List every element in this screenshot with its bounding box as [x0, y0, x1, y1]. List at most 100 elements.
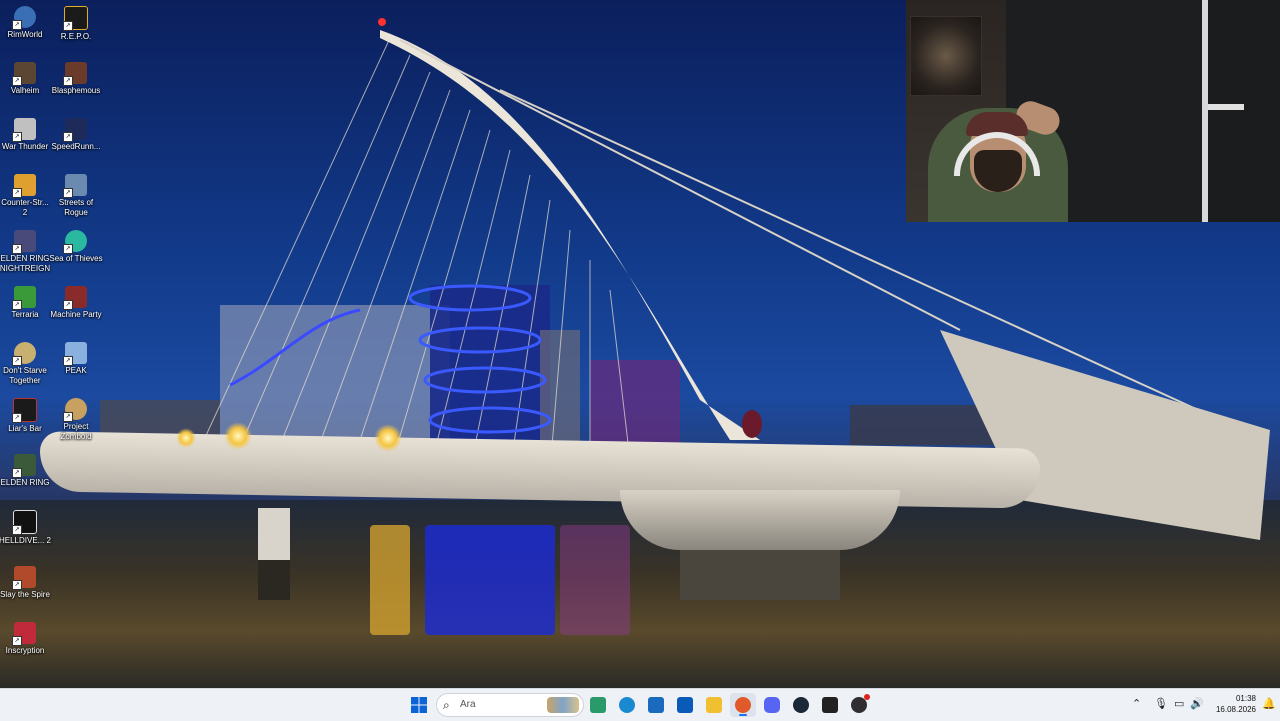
steam-icon: [793, 697, 809, 713]
desktop-icon-project-zomboid[interactable]: ↗ Project Zomboid: [49, 394, 103, 442]
taskbar-widgets-button[interactable]: [585, 693, 611, 717]
taskbar-steam-button[interactable]: [788, 693, 814, 717]
search-placeholder: Ara: [460, 699, 476, 710]
taskbar-obs-button[interactable]: [846, 693, 872, 717]
desktop-icon-label: Streets of Rogue: [58, 198, 94, 217]
desktop-icon-speedrunners[interactable]: ↗ SpeedRunn...: [49, 114, 103, 152]
speedrunners-icon: ↗: [63, 118, 87, 142]
taskbar-epic-games-button[interactable]: [817, 693, 843, 717]
wallpaper-light: [224, 422, 252, 450]
outlook-icon: [677, 697, 693, 713]
desktop-icon-label: Terraria: [11, 310, 39, 319]
epic-games-icon: [822, 697, 838, 713]
taskbar-search-box[interactable]: ⌕ Ara: [436, 693, 584, 717]
notification-icon[interactable]: 🔔: [1262, 697, 1276, 710]
webcam-window-handle: [1208, 104, 1244, 110]
desktop-icon-peak[interactable]: ↗ PEAK: [49, 338, 103, 376]
slay-the-spire-icon: ↗: [12, 566, 36, 590]
desktop-icon-elden-ring[interactable]: ↗ ELDEN RING: [0, 450, 52, 488]
taskbar-outlook-button[interactable]: [672, 693, 698, 717]
desktop-icon-valheim[interactable]: ↗ Valheim: [0, 58, 52, 96]
desktop-icon-label: R.E.P.O.: [60, 32, 92, 41]
desktop-icon-label: Blasphemous: [51, 86, 101, 95]
desktop-icon-label: ELDEN RING NIGHTREIGN: [0, 254, 51, 273]
desktop-icon-sea-of-thieves[interactable]: ↗ Sea of Thieves: [49, 226, 103, 264]
desktop-icon-machine-party[interactable]: ↗ Machine Party: [49, 282, 103, 320]
webcam-overlay: [906, 0, 1280, 222]
volume-icon[interactable]: 🔊: [1190, 697, 1204, 710]
desktop-icon-label: SpeedRunn...: [51, 142, 101, 151]
obs-icon: [851, 694, 870, 713]
elden-ring-nightreign-icon: ↗: [12, 230, 36, 254]
project-zomboid-icon: ↗: [63, 398, 87, 422]
blasphemous-icon: ↗: [63, 62, 87, 86]
webcam-poster: [910, 16, 982, 96]
desktop-icon-blasphemous[interactable]: ↗ Blasphemous: [49, 58, 103, 96]
war-thunder-icon: ↗: [12, 118, 36, 142]
active-window-indicator: [739, 714, 747, 716]
rimworld-icon: ↗: [12, 6, 36, 30]
taskbar-clock[interactable]: 01:38 16.08.2026: [1206, 693, 1256, 715]
sea-of-thieves-icon: ↗: [63, 230, 87, 254]
desktop-icon-liars-bar[interactable]: ↗ Liar's Bar: [0, 394, 52, 434]
desktop-icon-label: Valheim: [10, 86, 40, 95]
desktop-icon-label: HELLDIVE... 2: [0, 536, 52, 545]
microsoft-store-icon: [648, 697, 664, 713]
desktop-icon-dont-starve-together[interactable]: ↗ Don't Starve Together: [0, 338, 52, 386]
desktop-icon-war-thunder[interactable]: ↗ War Thunder: [0, 114, 52, 152]
counter-strike-icon: ↗: [12, 174, 36, 198]
start-button[interactable]: [406, 693, 432, 717]
network-icon[interactable]: ▭: [1174, 697, 1184, 710]
elden-ring-icon: ↗: [12, 454, 36, 478]
desktop-icon-label: Machine Party: [50, 310, 102, 319]
taskbar-edge-button[interactable]: [614, 693, 640, 717]
inscryption-icon: ↗: [12, 622, 36, 646]
desktop-icon-helldivers[interactable]: ↗ HELLDIVE... 2: [0, 506, 52, 546]
streets-of-rogue-icon: ↗: [63, 174, 87, 198]
wallpaper-light: [176, 428, 196, 448]
peak-icon: ↗: [63, 342, 87, 366]
desktop-icon-counter-strike[interactable]: ↗ Counter-Str... 2: [0, 170, 52, 218]
machine-party-icon: ↗: [63, 286, 87, 310]
taskbar-discord-button[interactable]: [759, 693, 785, 717]
wallpaper-bollard-base: [258, 560, 290, 600]
discord-icon: [764, 697, 780, 713]
desktop-icon-rimworld[interactable]: ↗ RimWorld: [0, 2, 52, 40]
microphone-icon[interactable]: 🎙: [1154, 697, 1168, 710]
wallpaper-bridge-pier-base: [680, 550, 840, 600]
desktop-icon-streets-of-rogue[interactable]: ↗ Streets of Rogue: [49, 170, 103, 218]
terraria-icon: ↗: [12, 286, 36, 310]
desktop-icon-label: Counter-Str... 2: [1, 198, 49, 217]
valheim-icon: ↗: [12, 62, 36, 86]
search-icon: ⌕: [443, 698, 450, 712]
desktop-icon-elden-ring-nightreign[interactable]: ↗ ELDEN RING NIGHTREIGN: [0, 226, 52, 274]
taskbar-file-explorer-button[interactable]: [701, 693, 727, 717]
taskbar: ⌕ Ara ⌃ 🎙 ▭ 🔊 01:38 16.08.2026 🔔: [0, 688, 1280, 721]
desktop-icon-label: Project Zomboid: [60, 422, 92, 441]
desktop-icon-slay-the-spire[interactable]: ↗ Slay the Spire: [0, 562, 52, 600]
desktop-icon-label: Don't Starve Together: [3, 366, 47, 385]
clock-date: 16.08.2026: [1215, 705, 1256, 714]
desktop-icon-terraria[interactable]: ↗ Terraria: [0, 282, 52, 320]
windows-start-icon: [411, 697, 427, 713]
desktop-icon-repo[interactable]: ↗ R.E.P.O.: [49, 2, 103, 42]
firefox-icon: [735, 697, 751, 713]
recording-indicator: [864, 694, 870, 700]
desktop-icon-label: Inscryption: [5, 646, 45, 655]
desktop-icon-grid: ↗ RimWorld ↗ R.E.P.O. ↗ Valheim ↗ Blasph…: [0, 0, 110, 688]
chevron-up-icon[interactable]: ⌃: [1132, 697, 1141, 710]
file-explorer-icon: [706, 697, 722, 713]
desktop-icon-label: Sea of Thieves: [49, 254, 103, 263]
webcam-window-frame: [1202, 0, 1280, 222]
taskbar-firefox-button[interactable]: [730, 693, 756, 717]
desktop-icon-inscryption[interactable]: ↗ Inscryption: [0, 618, 52, 656]
desktop-icon-label: Liar's Bar: [8, 424, 42, 433]
search-highlight-image: [547, 697, 579, 713]
wallpaper-bridge-pier: [620, 490, 900, 550]
dont-starve-together-icon: ↗: [12, 342, 36, 366]
desktop-icon-label: RimWorld: [7, 30, 43, 39]
taskbar-store-button[interactable]: [643, 693, 669, 717]
helldivers-icon: ↗: [12, 510, 37, 535]
desktop-icon-label: War Thunder: [1, 142, 49, 151]
desktop-icon-label: Slay the Spire: [0, 590, 50, 599]
